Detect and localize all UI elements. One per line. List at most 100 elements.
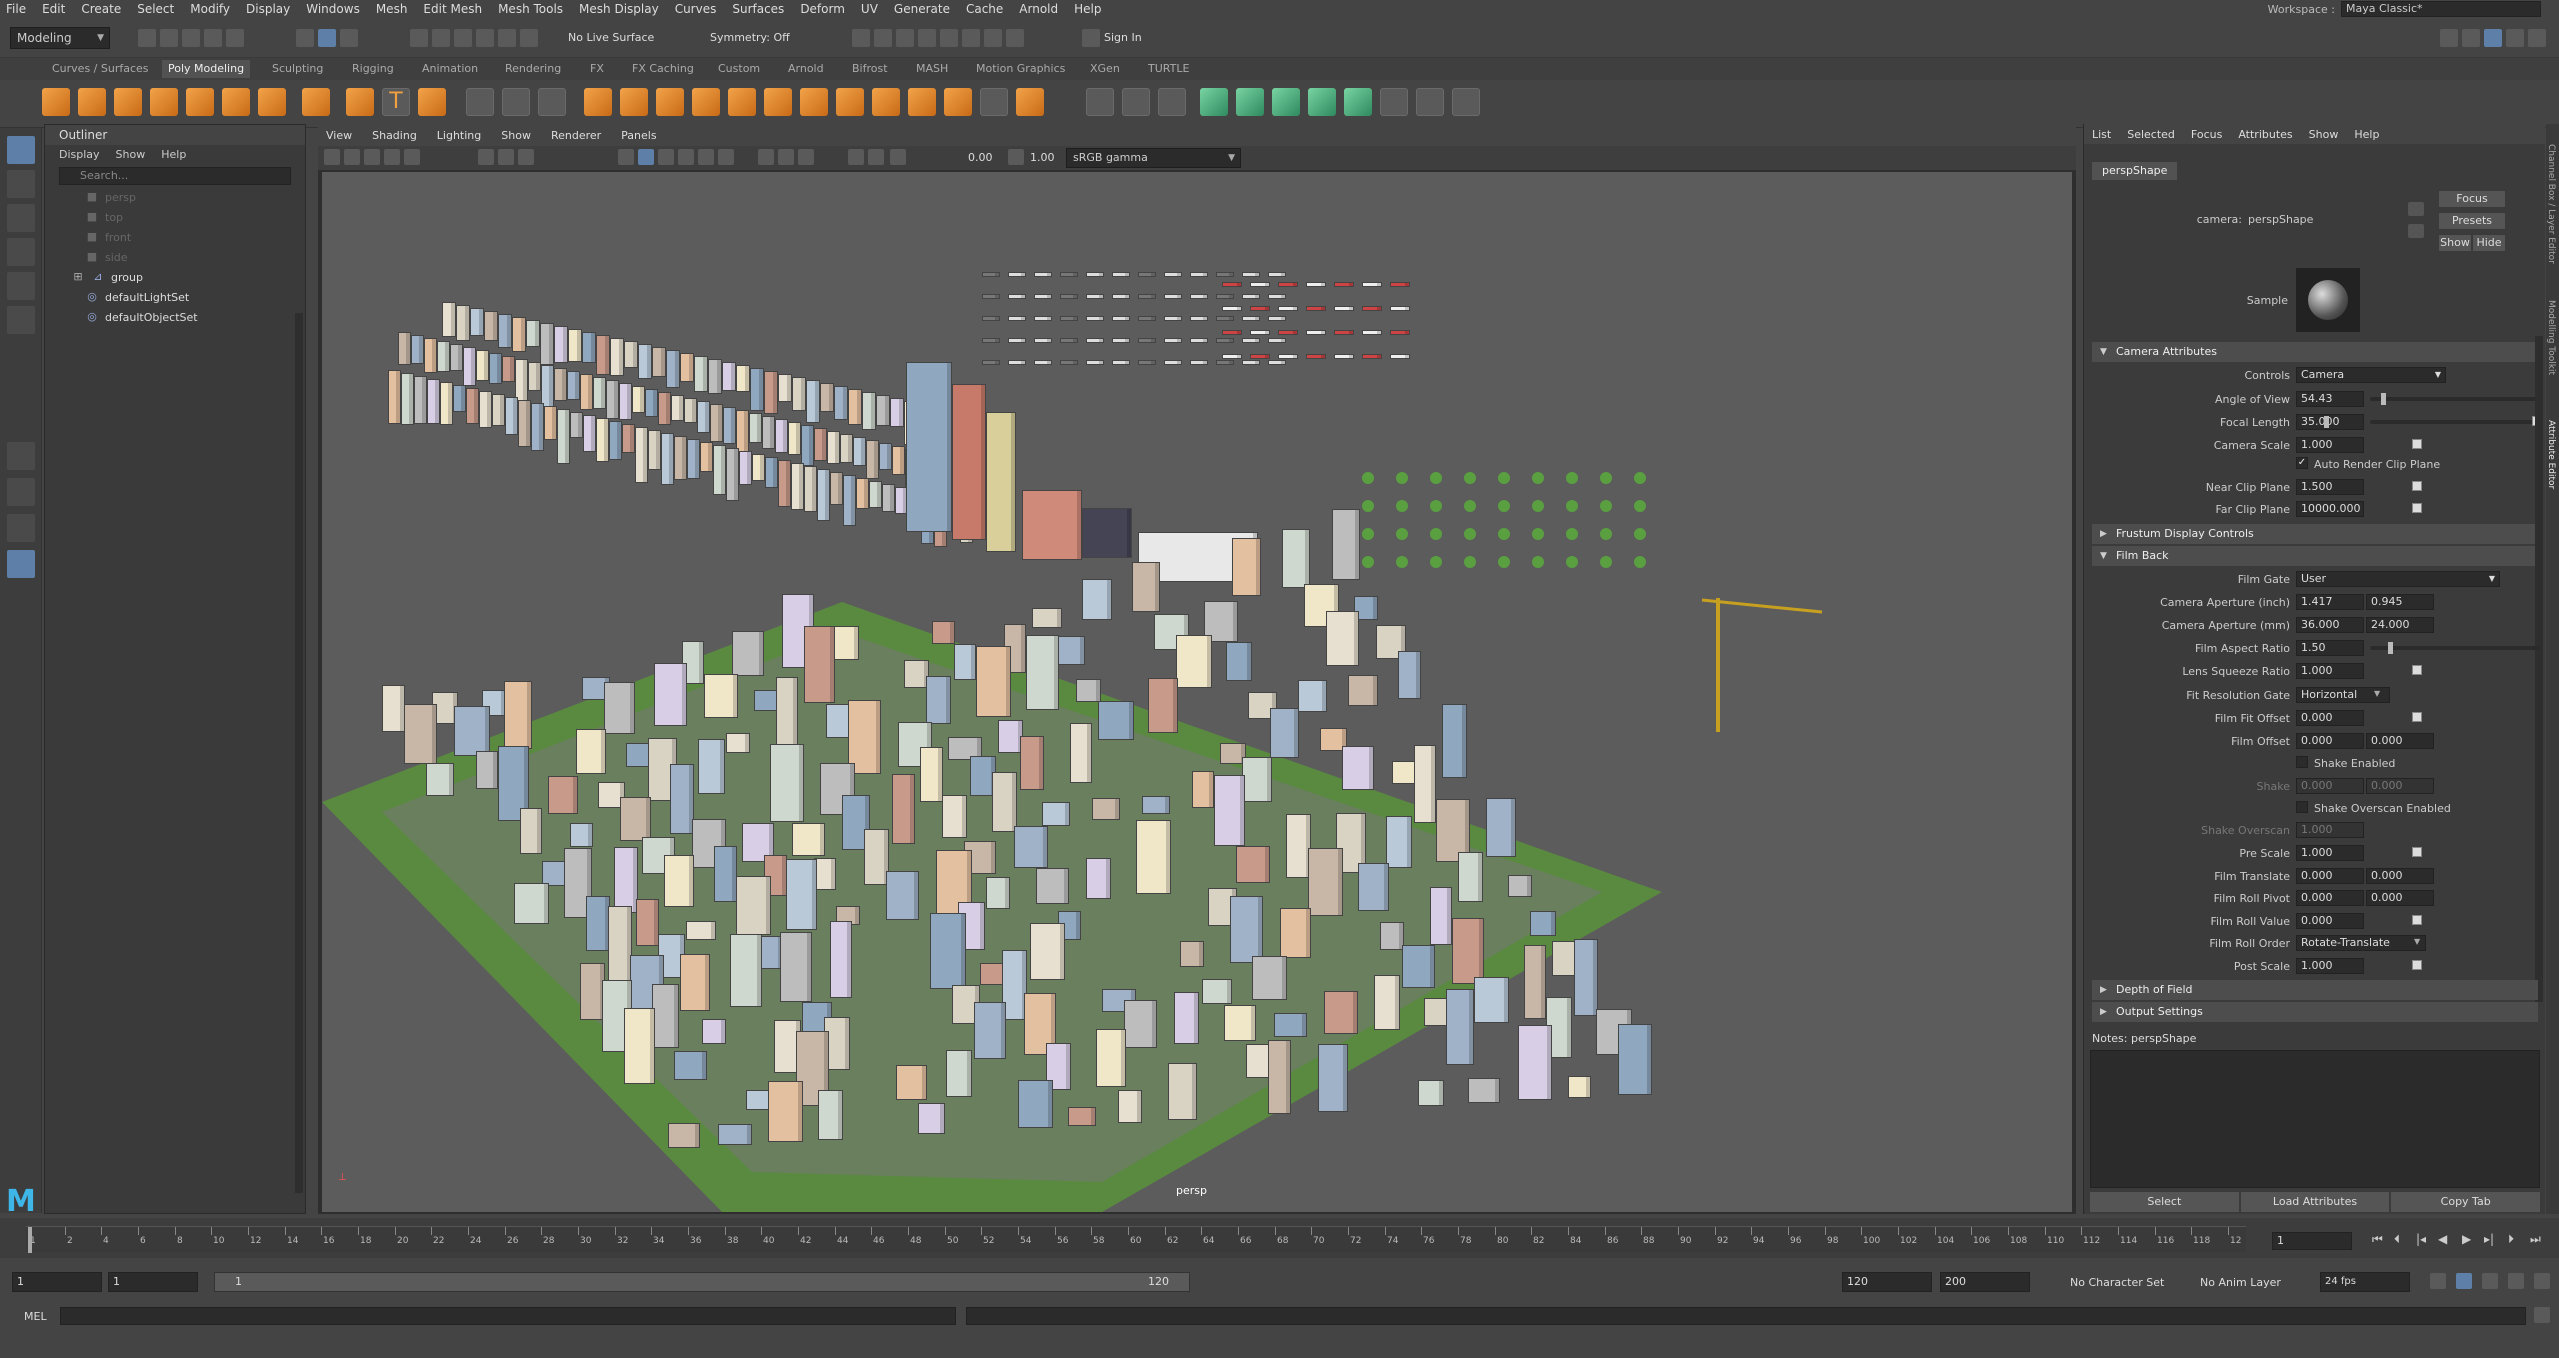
rotate-tool-icon[interactable]	[7, 272, 35, 300]
aperture-mm-y-field[interactable]: 24.000	[2366, 617, 2434, 633]
shelf-tab-poly-modeling[interactable]: Poly Modeling	[162, 60, 251, 78]
film-offset-x-field[interactable]: 0.000	[2296, 733, 2364, 749]
textured-icon[interactable]	[678, 149, 694, 165]
map-button-icon[interactable]	[2412, 847, 2422, 857]
camera-scale-field[interactable]: 1.000	[2296, 437, 2364, 453]
load-attributes-button[interactable]: Load Attributes	[2240, 1192, 2390, 1212]
map-button-icon[interactable]	[2412, 439, 2422, 449]
side-tab-modelling-toolkit[interactable]: Modelling Toolkit	[2546, 300, 2556, 375]
shelf-tab-arnold[interactable]: Arnold	[788, 62, 824, 75]
menu-mesh-display[interactable]: Mesh Display	[579, 2, 659, 16]
shake-x-field[interactable]: 0.000	[2296, 778, 2364, 794]
outliner-item-top[interactable]: ■ top	[45, 207, 305, 227]
aperture-inch-x-field[interactable]: 1.417	[2296, 594, 2364, 610]
viewport-menu-panels[interactable]: Panels	[621, 129, 656, 142]
text-icon[interactable]: T	[382, 88, 410, 116]
side-tab-channel-box[interactable]: Channel Box / Layer Editor	[2546, 144, 2556, 264]
ae-menu-focus[interactable]: Focus	[2191, 128, 2222, 141]
auto-map-icon[interactable]	[1158, 88, 1186, 116]
cut-uv-icon[interactable]	[1308, 88, 1336, 116]
poly-cube-icon[interactable]	[78, 88, 106, 116]
menu-curves[interactable]: Curves	[675, 2, 717, 16]
menu-modify[interactable]: Modify	[190, 2, 230, 16]
shake-overscan-field[interactable]: 1.000	[2296, 822, 2364, 838]
focal-length-field[interactable]: 35.000	[2296, 414, 2364, 430]
angle-of-view-slider[interactable]	[2370, 397, 2540, 401]
menu-select[interactable]: Select	[137, 2, 174, 16]
outliner-item-persp[interactable]: ■ persp	[45, 187, 305, 207]
attribute-editor-toggle-icon[interactable]	[2484, 29, 2502, 47]
quad-draw-icon[interactable]	[908, 88, 936, 116]
outliner-item-default-object-set[interactable]: ◎ defaultObjectSet	[45, 307, 305, 327]
poly-disc-icon[interactable]	[258, 88, 286, 116]
single-perspective-view-icon[interactable]	[7, 442, 35, 470]
poly-plane-icon[interactable]	[222, 88, 250, 116]
hide-button[interactable]: Hide	[2472, 234, 2506, 252]
range-bar[interactable]: 1 120	[214, 1272, 1190, 1292]
menu-surfaces[interactable]: Surfaces	[732, 2, 784, 16]
sound-icon[interactable]	[2482, 1273, 2498, 1289]
script-editor-icon[interactable]	[2534, 1307, 2550, 1323]
exposure-value[interactable]: 0.00	[968, 151, 993, 164]
current-time-marker[interactable]	[28, 1227, 32, 1253]
append-icon[interactable]	[728, 88, 756, 116]
viewport-menu-view[interactable]: View	[326, 129, 352, 142]
uv-editor-icon[interactable]	[1086, 88, 1114, 116]
film-aspect-field[interactable]: 1.50	[2296, 640, 2364, 656]
step-forward-frame-icon[interactable]: ▸|	[2484, 1232, 2494, 1246]
loop-icon[interactable]	[2430, 1273, 2446, 1289]
menu-file[interactable]: File	[6, 2, 26, 16]
notes-textarea[interactable]	[2090, 1050, 2540, 1188]
menu-mesh[interactable]: Mesh	[376, 2, 408, 16]
undo-icon[interactable]	[204, 29, 222, 47]
shelf-tab-rigging[interactable]: Rigging	[352, 62, 394, 75]
film-aspect-slider-handle[interactable]	[2388, 642, 2393, 654]
outliner-scrollbar[interactable]	[295, 313, 303, 1193]
playback-end-field[interactable]: 120	[1842, 1272, 1932, 1292]
step-forward-key-icon[interactable]: ⏵	[2508, 1232, 2514, 1247]
pause-icon[interactable]	[1006, 29, 1024, 47]
near-clip-field[interactable]: 1.500	[2296, 479, 2364, 495]
shelf-tab-motion-graphics[interactable]: Motion Graphics	[976, 62, 1065, 75]
film-offset-y-field[interactable]: 0.000	[2366, 733, 2434, 749]
menu-edit-mesh[interactable]: Edit Mesh	[423, 2, 482, 16]
shelf-tab-fx-caching[interactable]: FX Caching	[632, 62, 694, 75]
expand-icon[interactable]: ⊞	[71, 270, 85, 284]
shelf-tab-bifrost[interactable]: Bifrost	[852, 62, 888, 75]
section-camera-attributes[interactable]: ▼ Camera Attributes	[2092, 342, 2538, 362]
snap-point-icon[interactable]	[454, 29, 472, 47]
animation-start-field[interactable]: 1	[12, 1272, 102, 1292]
outliner-item-group[interactable]: ⊞ ⊿ group	[45, 267, 305, 287]
fps-dropdown[interactable]: 24 fps	[2320, 1272, 2410, 1292]
angle-of-view-slider-handle[interactable]	[2381, 393, 2386, 405]
scale-tool-icon[interactable]	[7, 306, 35, 334]
wireframe-icon[interactable]	[618, 149, 634, 165]
controls-dropdown[interactable]: Camera ▼	[2296, 367, 2446, 383]
snap-surface-icon[interactable]	[498, 29, 516, 47]
extrude-icon[interactable]	[620, 88, 648, 116]
shake-enabled-checkbox[interactable]	[2296, 756, 2308, 768]
live-surface-label[interactable]: No Live Surface	[568, 31, 654, 44]
gamma-icon[interactable]	[1008, 149, 1024, 165]
menu-generate[interactable]: Generate	[894, 2, 950, 16]
select-button[interactable]: Select	[2090, 1192, 2239, 1212]
render-sequence-icon[interactable]	[874, 29, 892, 47]
film-gate-icon[interactable]	[498, 149, 514, 165]
presets-button[interactable]: Presets	[2438, 212, 2506, 230]
shelf-tab-custom[interactable]: Custom	[718, 62, 760, 75]
fill-hole-icon[interactable]	[764, 88, 792, 116]
film-gate-dropdown[interactable]: User ▼	[2296, 571, 2500, 587]
current-frame-field[interactable]: 1	[2272, 1232, 2352, 1250]
focus-node-icon[interactable]	[2408, 202, 2424, 216]
bridge-icon[interactable]	[656, 88, 684, 116]
planar-map-icon[interactable]	[1122, 88, 1150, 116]
unfold-icon[interactable]	[1236, 88, 1264, 116]
time-slider-track[interactable]: 1 2 4 6 8 10 12 14 16 18 20 22 24 26 28 30 32 34 36 38 40 42 4…	[26, 1226, 2246, 1253]
ae-menu-help[interactable]: Help	[2354, 128, 2379, 141]
character-set-dropdown[interactable]: No Character Set	[2070, 1276, 2164, 1289]
outliner-item-side[interactable]: ■ side	[45, 247, 305, 267]
ae-menu-selected[interactable]: Selected	[2127, 128, 2175, 141]
outliner-menu-show[interactable]: Show	[116, 148, 146, 161]
go-to-start-icon[interactable]: ⏮	[2372, 1232, 2383, 1247]
bevel-icon[interactable]	[692, 88, 720, 116]
